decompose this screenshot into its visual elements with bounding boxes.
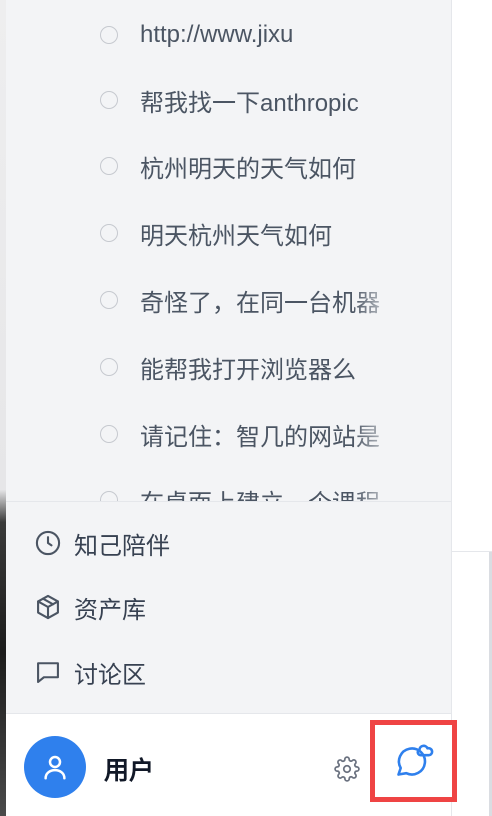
history-item[interactable]: 帮我找一下anthropic <box>100 80 400 120</box>
username: 用户 <box>104 757 155 785</box>
chat-bubble-icon <box>396 744 433 776</box>
chat-button[interactable] <box>370 720 457 802</box>
sidebar-item-label: 讨论区 <box>74 661 146 689</box>
circle-icon <box>100 425 118 443</box>
history-item-label: 在桌面上建立一个课程 <box>140 483 400 502</box>
circle-icon <box>100 491 118 501</box>
history-item-label: 奇怪了，在同一台机器 <box>140 289 380 317</box>
clock-icon <box>35 530 61 556</box>
history-item-label: http://www.jixu <box>140 21 294 48</box>
circle-icon <box>100 358 118 376</box>
history-item-label: 帮我找一下anthropic <box>140 89 359 117</box>
circle-icon <box>100 91 118 109</box>
circle-icon <box>100 291 118 309</box>
avatar[interactable] <box>24 736 86 798</box>
message-square-icon <box>37 662 59 683</box>
gear-icon <box>334 756 360 782</box>
main-content-divider <box>452 551 492 552</box>
history-item[interactable]: 能帮我打开浏览器么 <box>100 347 400 387</box>
sidebar-item-companion[interactable]: 知己陪伴 <box>34 519 434 567</box>
user-icon <box>44 755 66 780</box>
history-item-label: 请记住：智几的网站是 <box>140 423 380 451</box>
history-item-label: 能帮我打开浏览器么 <box>140 356 356 384</box>
history-item-label: 明天杭州天气如何 <box>140 222 332 250</box>
history-item[interactable]: 在桌面上建立一个课程 <box>100 480 400 502</box>
settings-button[interactable] <box>332 754 362 784</box>
circle-icon <box>100 224 118 242</box>
history-item[interactable]: 杭州明天的天气如何 <box>100 146 400 186</box>
sidebar-item-label: 知己陪伴 <box>74 532 170 560</box>
sidebar-item-assets[interactable]: 资产库 <box>34 583 434 631</box>
history-item[interactable]: 明天杭州天气如何 <box>100 213 400 253</box>
sidebar-item-label: 资产库 <box>74 596 146 624</box>
history-item[interactable]: 奇怪了，在同一台机器 <box>100 280 400 320</box>
history-item-label: 杭州明天的天气如何 <box>140 155 356 183</box>
cube-icon <box>37 594 59 620</box>
circle-icon <box>100 26 118 44</box>
history-item[interactable]: 请记住：智几的网站是 <box>100 414 400 454</box>
chat-history-list[interactable]: http://www.jixu 帮我找一下anthropic 杭州明天的天气如何… <box>6 0 451 502</box>
circle-icon <box>100 157 118 175</box>
main-content-area <box>452 0 492 816</box>
history-item[interactable]: http://www.jixu <box>100 15 400 55</box>
sidebar-item-discussion[interactable]: 讨论区 <box>34 648 434 696</box>
sidebar: http://www.jixu 帮我找一下anthropic 杭州明天的天气如何… <box>6 0 452 816</box>
